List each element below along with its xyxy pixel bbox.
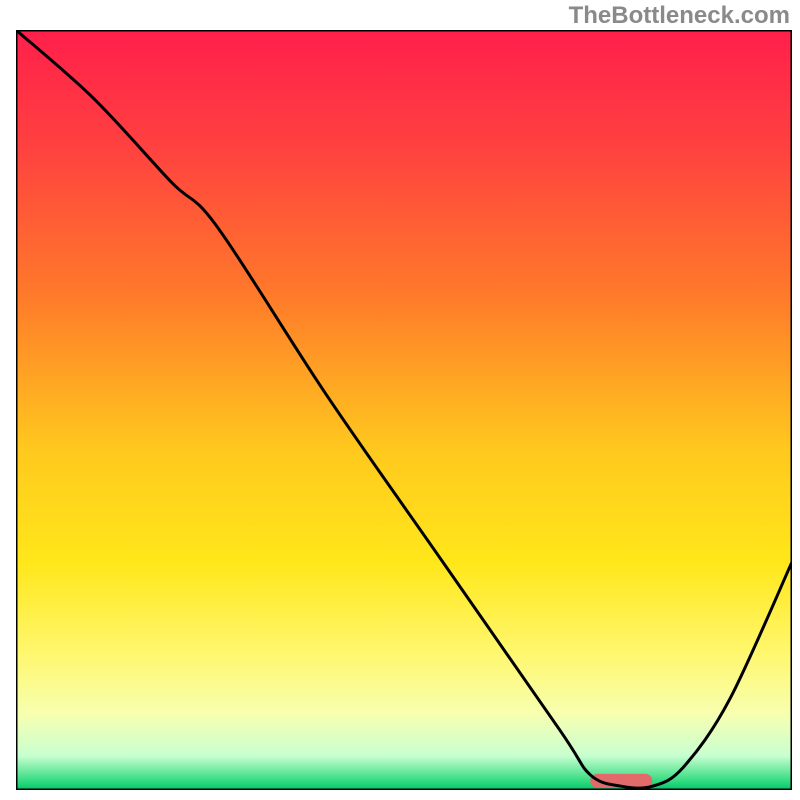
watermark-text: TheBottleneck.com [569,2,790,30]
chart-svg [16,30,792,790]
chart-frame: TheBottleneck.com [0,0,800,800]
gradient-background [16,30,792,790]
plot-area [16,30,792,790]
